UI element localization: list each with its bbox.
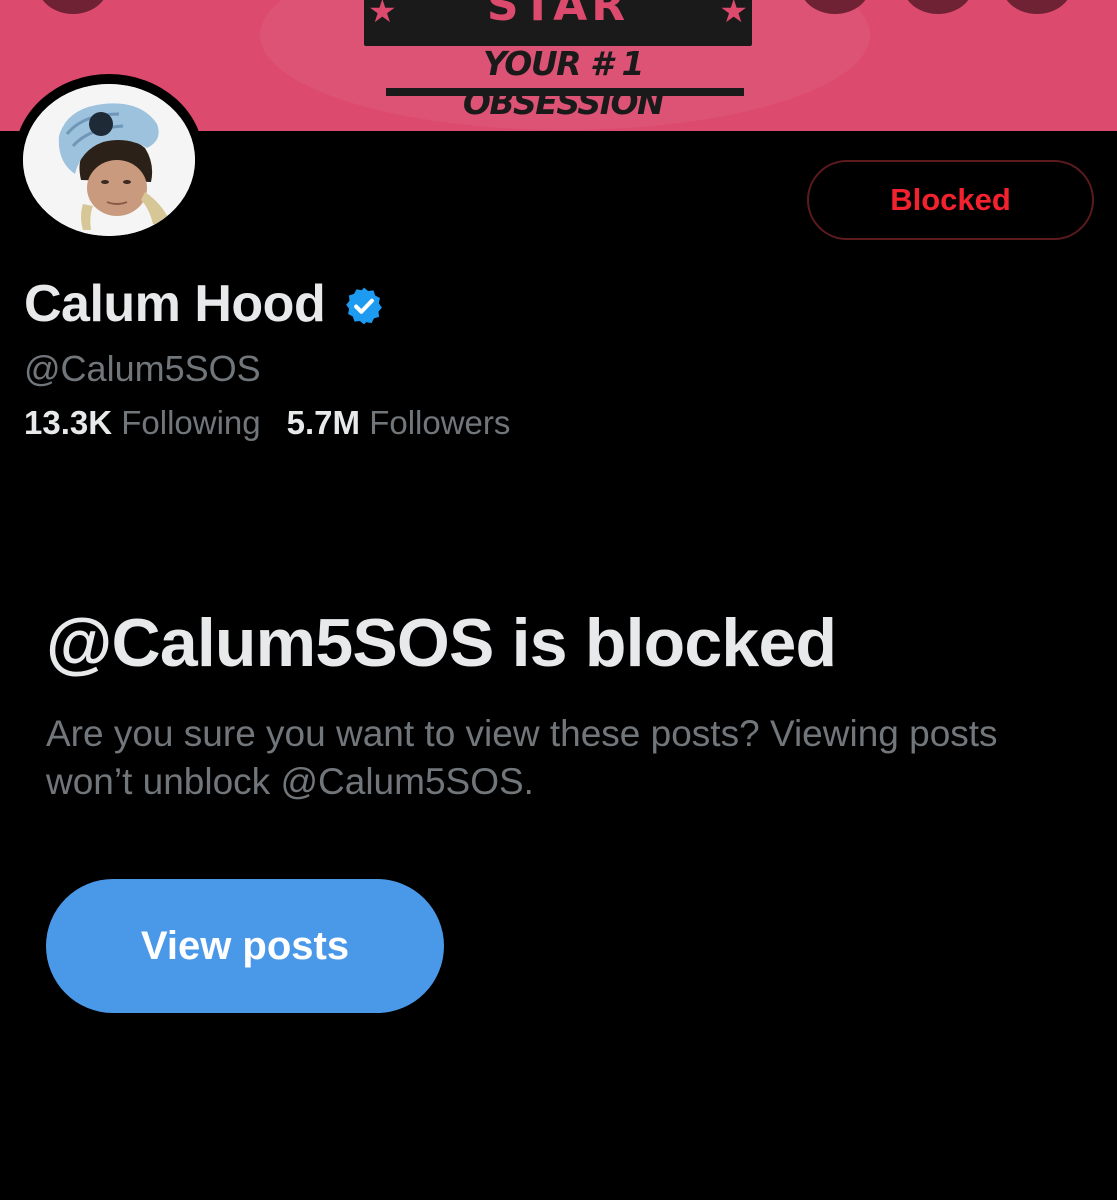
banner-logo-text: STAR — [486, 0, 630, 31]
profile-stats: 13.3K Following 5.7M Followers — [24, 404, 510, 442]
banner-underline — [386, 88, 744, 96]
followers-stat[interactable]: 5.7M Followers — [287, 404, 511, 442]
star-icon: ★ — [719, 0, 748, 30]
banner-logo: ★ STAR ★ — [364, 0, 752, 46]
banner-decoration — [38, 0, 108, 14]
blocked-notice-title: @Calum5SOS is blocked — [46, 605, 837, 681]
banner-decoration — [1002, 0, 1072, 14]
followers-label: Followers — [369, 404, 511, 441]
following-label: Following — [121, 404, 261, 441]
avatar[interactable] — [23, 84, 195, 236]
blocked-button[interactable]: Blocked — [807, 160, 1094, 240]
blocked-notice-description: Are you sure you want to view these post… — [46, 713, 998, 802]
following-count: 13.3K — [24, 404, 122, 441]
banner-decoration — [903, 0, 973, 14]
profile-handle: @Calum5SOS — [24, 348, 261, 389]
profile-name: Calum Hood — [24, 275, 326, 333]
view-posts-button[interactable]: View posts — [46, 879, 444, 1013]
following-stat[interactable]: 13.3K Following — [24, 404, 261, 442]
banner-tagline: YOUR # 1 OBSESSION — [462, 44, 665, 122]
verified-badge-icon[interactable] — [343, 285, 385, 327]
followers-count: 5.7M — [286, 404, 370, 441]
profile-name-row: Calum Hood — [24, 274, 385, 334]
profile-photo-icon — [23, 84, 195, 236]
